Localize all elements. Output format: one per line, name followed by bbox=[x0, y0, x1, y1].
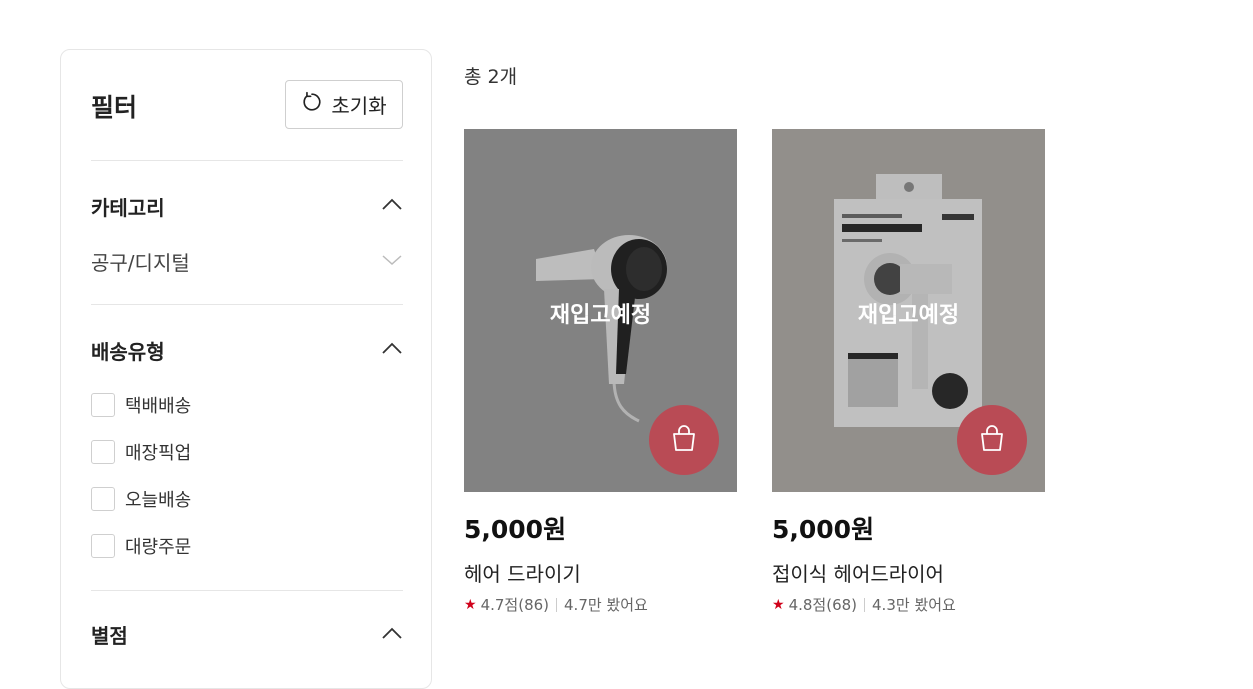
restock-label: 재입고예정 bbox=[549, 303, 652, 328]
checkbox[interactable] bbox=[91, 487, 115, 511]
section-title-rating: 별점 bbox=[91, 624, 128, 648]
delivery-option-label: 택배배송 bbox=[125, 396, 192, 417]
restock-label: 재입고예정 bbox=[857, 303, 960, 328]
divider bbox=[91, 160, 403, 161]
chevron-down-icon[interactable] bbox=[381, 254, 403, 266]
star-icon: ★ bbox=[464, 596, 477, 613]
product-rating: 4.8점(68) bbox=[788, 596, 858, 614]
delivery-option-pickup[interactable]: 매장픽업 bbox=[91, 439, 191, 465]
add-to-cart-button[interactable] bbox=[957, 405, 1027, 475]
delivery-option-label: 오늘배송 bbox=[125, 490, 192, 511]
product-views: 4.7만 봤어요 bbox=[564, 596, 648, 614]
product-image[interactable]: 재입고예정 bbox=[772, 129, 1045, 492]
product-name[interactable]: 헤어 드라이기 bbox=[464, 558, 737, 586]
add-to-cart-button[interactable] bbox=[649, 405, 719, 475]
chevron-up-icon[interactable] bbox=[381, 197, 403, 211]
chevron-up-icon[interactable] bbox=[381, 626, 403, 640]
section-title-category: 카테고리 bbox=[91, 196, 165, 220]
total-count: 총 2개 bbox=[464, 66, 518, 88]
star-icon: ★ bbox=[772, 596, 785, 613]
product-price: 5,000원 bbox=[464, 515, 567, 544]
category-select[interactable]: 공구/디지털 bbox=[91, 247, 190, 276]
refresh-icon bbox=[301, 91, 323, 118]
checkbox[interactable] bbox=[91, 534, 115, 558]
product-name[interactable]: 접이식 헤어드라이어 bbox=[772, 558, 1045, 586]
delivery-option-today[interactable]: 오늘배송 bbox=[91, 486, 191, 512]
product-card[interactable]: 재입고예정 5,000원 접이식 헤어드라이어 ★ 4.8점(68) 4.3만 … bbox=[772, 129, 1045, 615]
divider bbox=[91, 590, 403, 591]
separator bbox=[556, 597, 558, 612]
filter-title: 필터 bbox=[91, 93, 138, 122]
filter-panel: 필터 초기화 카테고리 공구/디지털 배송유형 택배배송 매장픽업 오늘배송 대… bbox=[60, 49, 432, 689]
product-card[interactable]: 재입고예정 5,000원 헤어 드라이기 ★ 4.7점(86) 4.7만 봤어요 bbox=[464, 129, 737, 615]
delivery-option-parcel[interactable]: 택배배송 bbox=[91, 392, 191, 418]
reset-button[interactable]: 초기화 bbox=[285, 80, 403, 129]
product-meta: ★ 4.8점(68) 4.3만 봤어요 bbox=[772, 594, 1045, 615]
chevron-up-icon[interactable] bbox=[381, 341, 403, 355]
delivery-option-label: 매장픽업 bbox=[125, 443, 192, 464]
shopping-bag-icon bbox=[669, 423, 699, 457]
checkbox[interactable] bbox=[91, 393, 115, 417]
product-views: 4.3만 봤어요 bbox=[872, 596, 956, 614]
shopping-bag-icon bbox=[977, 423, 1007, 457]
section-title-delivery: 배송유형 bbox=[91, 340, 165, 364]
divider bbox=[91, 304, 403, 305]
delivery-option-label: 대량주문 bbox=[125, 537, 192, 558]
delivery-option-bulk[interactable]: 대량주문 bbox=[91, 533, 191, 559]
checkbox[interactable] bbox=[91, 440, 115, 464]
product-rating: 4.7점(86) bbox=[480, 596, 550, 614]
product-price: 5,000원 bbox=[772, 515, 875, 544]
separator bbox=[864, 597, 866, 612]
product-meta: ★ 4.7점(86) 4.7만 봤어요 bbox=[464, 594, 737, 615]
reset-label: 초기화 bbox=[331, 94, 387, 118]
product-image[interactable]: 재입고예정 bbox=[464, 129, 737, 492]
